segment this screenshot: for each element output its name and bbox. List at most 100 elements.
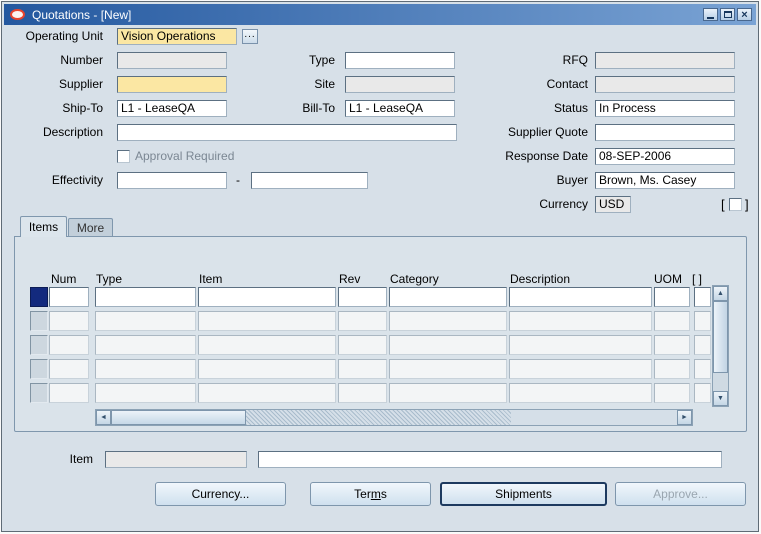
grid-row xyxy=(30,335,711,355)
horizontal-scroll-thumb[interactable] xyxy=(111,410,246,425)
cell-flex[interactable] xyxy=(694,287,711,307)
cell-num[interactable] xyxy=(49,287,89,307)
cell-flex[interactable] xyxy=(694,311,711,331)
cell-category[interactable] xyxy=(389,287,507,307)
cell-uom[interactable] xyxy=(654,311,690,331)
cell-item[interactable] xyxy=(198,311,336,331)
status-label: Status xyxy=(553,101,588,115)
type-field[interactable] xyxy=(345,52,455,69)
cell-uom[interactable] xyxy=(654,287,690,307)
cell-description[interactable] xyxy=(509,287,652,307)
approve-button: Approve... xyxy=(615,482,746,506)
cell-num[interactable] xyxy=(49,359,89,379)
record-selector[interactable] xyxy=(30,359,48,379)
col-header-num: Num xyxy=(51,272,77,286)
cell-item[interactable] xyxy=(198,335,336,355)
approval-required-label: Approval Required xyxy=(135,149,235,163)
cell-num[interactable] xyxy=(49,335,89,355)
cell-type[interactable] xyxy=(95,359,196,379)
cell-type[interactable] xyxy=(95,383,196,403)
currency-field: USD xyxy=(595,196,631,213)
tab-items[interactable]: Items xyxy=(20,216,67,237)
operating-unit-lov-button[interactable]: ... xyxy=(242,29,258,44)
col-header-item: Item xyxy=(199,272,223,286)
vertical-scroll-thumb[interactable] xyxy=(713,301,728,373)
operating-unit-field[interactable]: Vision Operations xyxy=(117,28,237,45)
approval-required-checkbox[interactable] xyxy=(117,150,130,163)
footer-item-field xyxy=(105,451,247,468)
terms-label-pre: Ter xyxy=(354,487,371,501)
cell-item[interactable] xyxy=(198,359,336,379)
footer-item-description-field[interactable] xyxy=(258,451,722,468)
tab-more[interactable]: More xyxy=(68,218,113,237)
close-button[interactable]: × xyxy=(737,8,752,21)
cell-num[interactable] xyxy=(49,383,89,403)
cell-uom[interactable] xyxy=(654,383,690,403)
response-date-field[interactable]: 08-SEP-2006 xyxy=(595,148,735,165)
titlebar[interactable]: Quotations - [New] × xyxy=(4,4,756,25)
cell-flex[interactable] xyxy=(694,383,711,403)
terms-button[interactable]: Terms xyxy=(310,482,431,506)
cell-rev[interactable] xyxy=(338,311,387,331)
cell-uom[interactable] xyxy=(654,335,690,355)
col-header-category: Category xyxy=(390,272,439,286)
vertical-scrollbar[interactable]: ▲ ▼ xyxy=(712,285,729,407)
cell-uom[interactable] xyxy=(654,359,690,379)
cell-description[interactable] xyxy=(509,359,652,379)
cell-category[interactable] xyxy=(389,311,507,331)
scroll-up-button[interactable]: ▲ xyxy=(713,286,728,301)
horizontal-scroll-track[interactable] xyxy=(111,410,677,425)
minimize-button[interactable] xyxy=(703,8,718,21)
cell-rev[interactable] xyxy=(338,335,387,355)
quotations-window: Quotations - [New] × Operating Unit Numb… xyxy=(1,1,759,532)
cell-num[interactable] xyxy=(49,311,89,331)
cell-item[interactable] xyxy=(198,287,336,307)
cell-description[interactable] xyxy=(509,311,652,331)
effectivity-separator: - xyxy=(236,173,240,187)
cell-type[interactable] xyxy=(95,311,196,331)
record-selector[interactable] xyxy=(30,311,48,331)
supplier-field[interactable] xyxy=(117,76,227,93)
window-controls: × xyxy=(703,8,752,21)
cell-rev[interactable] xyxy=(338,287,387,307)
rfq-label: RFQ xyxy=(562,53,588,67)
cell-rev[interactable] xyxy=(338,359,387,379)
ship-to-field[interactable]: L1 - LeaseQA xyxy=(117,100,227,117)
cell-category[interactable] xyxy=(389,335,507,355)
bill-to-field[interactable]: L1 - LeaseQA xyxy=(345,100,455,117)
cell-type[interactable] xyxy=(95,335,196,355)
cell-rev[interactable] xyxy=(338,383,387,403)
effectivity-to-field[interactable] xyxy=(251,172,368,189)
bill-to-label: Bill-To xyxy=(302,101,335,115)
scroll-down-button[interactable]: ▼ xyxy=(713,391,728,406)
cell-description[interactable] xyxy=(509,383,652,403)
scroll-right-button[interactable]: ► xyxy=(677,410,692,425)
maximize-button[interactable] xyxy=(720,8,735,21)
cell-item[interactable] xyxy=(198,383,336,403)
col-header-rev: Rev xyxy=(339,272,361,286)
record-selector[interactable] xyxy=(30,335,48,355)
description-label: Description xyxy=(42,125,103,139)
description-field[interactable] xyxy=(117,124,457,141)
supplier-quote-field[interactable] xyxy=(595,124,735,141)
up-arrow-icon: ▲ xyxy=(717,290,724,297)
status-field[interactable]: In Process xyxy=(595,100,735,117)
cell-type[interactable] xyxy=(95,287,196,307)
col-header-description: Description xyxy=(510,272,571,286)
effectivity-from-field[interactable] xyxy=(117,172,227,189)
vertical-scroll-track[interactable] xyxy=(713,301,728,391)
currency-flexfield[interactable] xyxy=(729,198,742,211)
shipments-button[interactable]: Shipments xyxy=(440,482,607,506)
cell-flex[interactable] xyxy=(694,335,711,355)
record-selector[interactable] xyxy=(30,383,48,403)
cell-flex[interactable] xyxy=(694,359,711,379)
horizontal-scrollbar[interactable]: ◄ ► xyxy=(95,409,693,426)
currency-button[interactable]: Currency... xyxy=(155,482,286,506)
minimize-icon xyxy=(707,17,714,19)
cell-category[interactable] xyxy=(389,383,507,403)
cell-description[interactable] xyxy=(509,335,652,355)
scroll-left-button[interactable]: ◄ xyxy=(96,410,111,425)
cell-category[interactable] xyxy=(389,359,507,379)
buyer-field[interactable]: Brown, Ms. Casey xyxy=(595,172,735,189)
record-selector[interactable] xyxy=(30,287,48,307)
